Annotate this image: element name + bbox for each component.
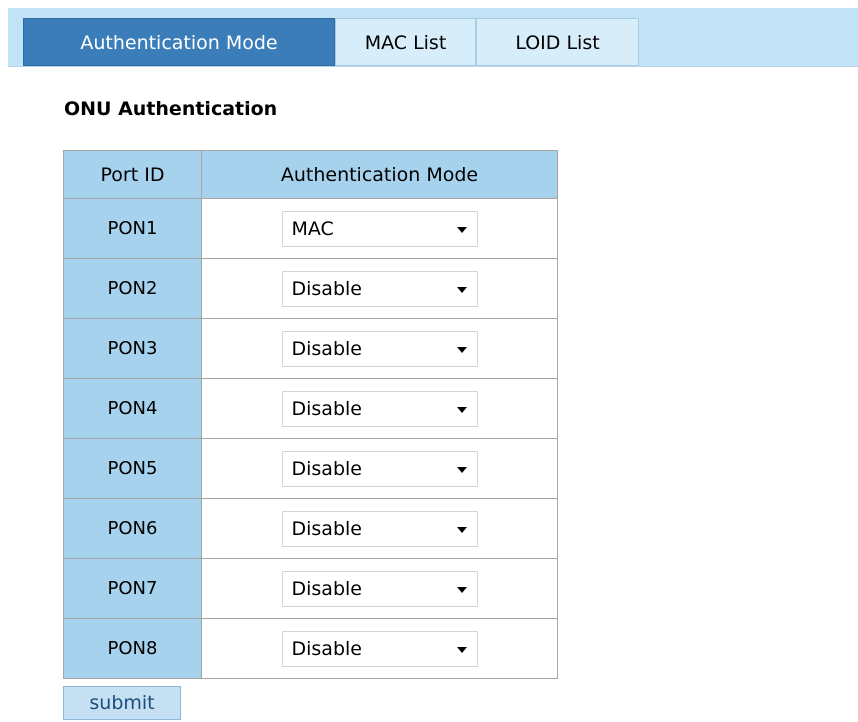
table-row: PON3 Disable bbox=[63, 318, 558, 379]
auth-mode-select-pon7[interactable]: Disable bbox=[281, 570, 478, 607]
mode-cell: Disable bbox=[201, 618, 558, 679]
select-value: Disable bbox=[291, 277, 362, 300]
table-header-row: Port ID Authentication Mode bbox=[63, 150, 558, 199]
table-row: PON6 Disable bbox=[63, 498, 558, 559]
select-value: Disable bbox=[291, 637, 362, 660]
mode-cell: Disable bbox=[201, 258, 558, 319]
section-title: ONU Authentication bbox=[64, 98, 278, 120]
table-row: PON5 Disable bbox=[63, 438, 558, 499]
mode-cell: Disable bbox=[201, 378, 558, 439]
dropdown-arrow-icon bbox=[456, 346, 467, 353]
table-row: PON1 MAC bbox=[63, 198, 558, 259]
authentication-table: Port ID Authentication Mode PON1 MAC PON… bbox=[63, 150, 558, 679]
dropdown-arrow-icon bbox=[456, 406, 467, 413]
tab-authentication-mode[interactable]: Authentication Mode bbox=[23, 18, 335, 66]
tab-mac-list[interactable]: MAC List bbox=[335, 18, 476, 66]
mode-cell: Disable bbox=[201, 438, 558, 499]
mode-cell: Disable bbox=[201, 498, 558, 559]
table-row: PON8 Disable bbox=[63, 618, 558, 679]
auth-mode-select-pon4[interactable]: Disable bbox=[281, 390, 478, 427]
auth-mode-select-pon1[interactable]: MAC bbox=[281, 210, 478, 247]
tab-loid-list[interactable]: LOID List bbox=[476, 18, 639, 66]
auth-mode-select-pon3[interactable]: Disable bbox=[281, 330, 478, 367]
select-value: Disable bbox=[291, 577, 362, 600]
auth-mode-select-pon5[interactable]: Disable bbox=[281, 450, 478, 487]
dropdown-arrow-icon bbox=[456, 526, 467, 533]
mode-cell: Disable bbox=[201, 318, 558, 379]
port-id-cell: PON4 bbox=[63, 378, 202, 439]
port-id-cell: PON7 bbox=[63, 558, 202, 619]
port-id-cell: PON5 bbox=[63, 438, 202, 499]
auth-mode-select-pon8[interactable]: Disable bbox=[281, 630, 478, 667]
mode-cell: MAC bbox=[201, 198, 558, 259]
select-value: Disable bbox=[291, 517, 362, 540]
mode-cell: Disable bbox=[201, 558, 558, 619]
header-port-id: Port ID bbox=[63, 150, 202, 199]
select-value: Disable bbox=[291, 457, 362, 480]
dropdown-arrow-icon bbox=[456, 226, 467, 233]
port-id-cell: PON6 bbox=[63, 498, 202, 559]
table-row: PON4 Disable bbox=[63, 378, 558, 439]
tab-bar: Authentication Mode MAC List LOID List bbox=[8, 8, 858, 67]
auth-mode-select-pon6[interactable]: Disable bbox=[281, 510, 478, 547]
table-row: PON7 Disable bbox=[63, 558, 558, 619]
port-id-cell: PON1 bbox=[63, 198, 202, 259]
table-row: PON2 Disable bbox=[63, 258, 558, 319]
dropdown-arrow-icon bbox=[456, 466, 467, 473]
header-authentication-mode: Authentication Mode bbox=[201, 150, 558, 199]
dropdown-arrow-icon bbox=[456, 646, 467, 653]
port-id-cell: PON3 bbox=[63, 318, 202, 379]
select-value: MAC bbox=[291, 217, 334, 240]
dropdown-arrow-icon bbox=[456, 286, 467, 293]
submit-button[interactable]: submit bbox=[63, 686, 181, 720]
select-value: Disable bbox=[291, 337, 362, 360]
auth-mode-select-pon2[interactable]: Disable bbox=[281, 270, 478, 307]
port-id-cell: PON2 bbox=[63, 258, 202, 319]
port-id-cell: PON8 bbox=[63, 618, 202, 679]
select-value: Disable bbox=[291, 397, 362, 420]
dropdown-arrow-icon bbox=[456, 586, 467, 593]
